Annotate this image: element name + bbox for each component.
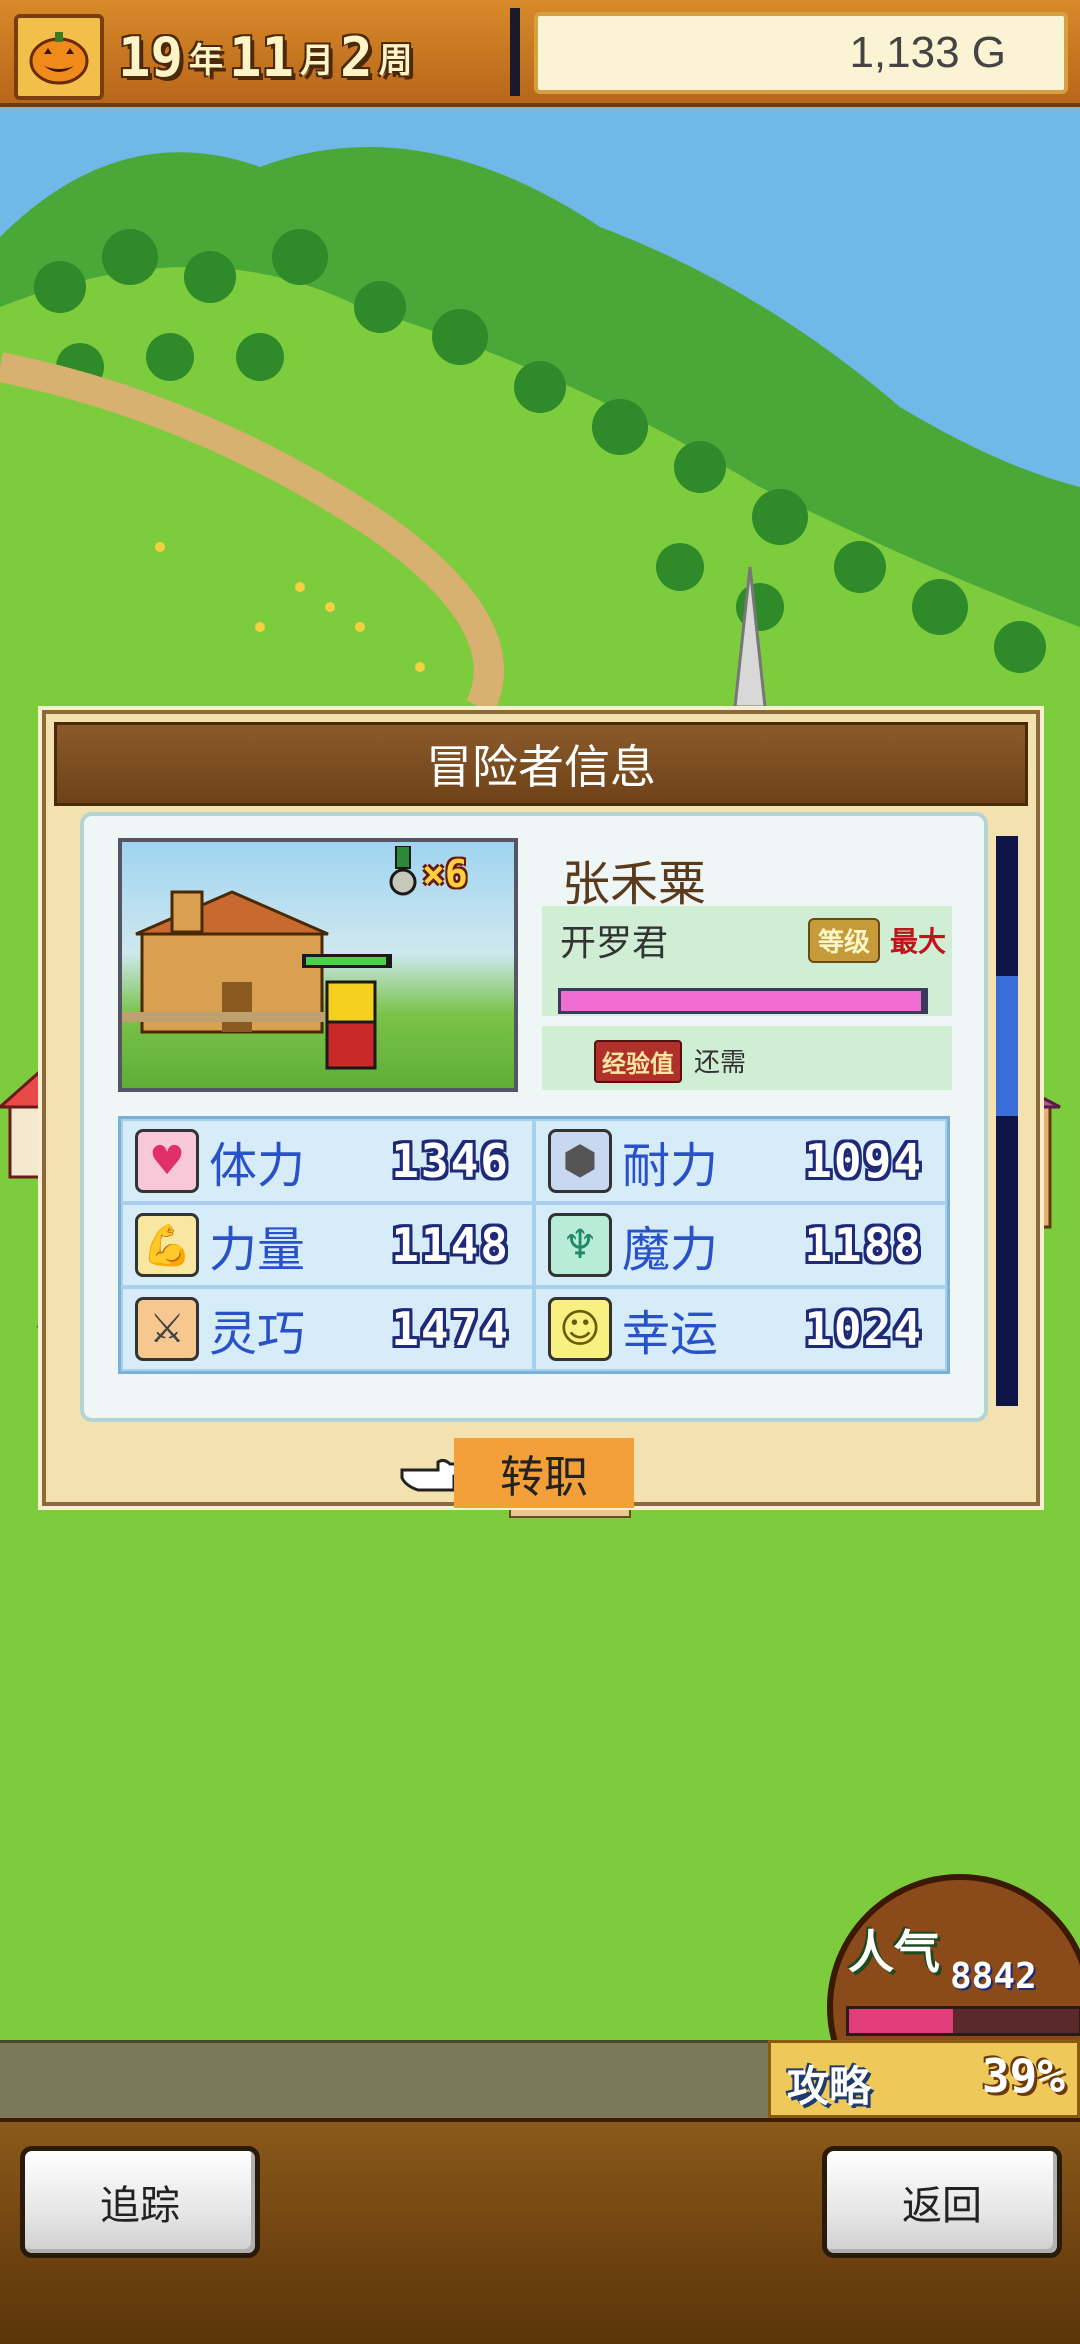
stat-label: 灵巧: [209, 1306, 306, 1362]
adventurer-info-dialog: 冒险者信息 ×6 张禾粟 开罗君 等级 最大 经验值 还需 ♥ 体力 1346 …: [42, 710, 1040, 1508]
class-row: 开罗君 等级 最大: [542, 906, 952, 1016]
back-button[interactable]: 返回: [822, 2146, 1062, 2258]
stat-dexterity: ⚔ 灵巧 1474: [121, 1287, 534, 1371]
scrollbar-track[interactable]: [996, 836, 1018, 1406]
heart-icon: ♥: [135, 1129, 199, 1193]
stat-value: 1346: [391, 1134, 510, 1188]
date-year-unit: 年: [189, 40, 224, 81]
stat-value: 1148: [391, 1218, 510, 1272]
medal-icon: [389, 846, 417, 896]
stat-label: 幸运: [622, 1306, 719, 1362]
stats-grid: ♥ 体力 1346 ⬢ 耐力 1094 💪 力量 1148 ♆ 魔力 1188 …: [118, 1116, 950, 1374]
job-change-row: 转职: [46, 1432, 1036, 1508]
date-week: 2: [340, 25, 373, 89]
date-week-unit: 周: [378, 40, 413, 81]
stat-stamina: ♥ 体力 1346: [121, 1119, 534, 1203]
stat-value: 1024: [804, 1302, 923, 1356]
date-month-unit: 月: [300, 40, 335, 81]
crossed-swords-icon: ⚔: [135, 1297, 199, 1361]
stat-magic: ♆ 魔力 1188: [534, 1203, 947, 1287]
dialog-title: 冒险者信息: [54, 722, 1028, 806]
date-year: 19: [118, 25, 184, 89]
popularity-label: 人气: [848, 1925, 940, 1979]
stat-luck: ☺ 幸运 1024: [534, 1287, 947, 1371]
level-badge: 等级: [808, 918, 881, 963]
stat-label: 耐力: [622, 1138, 719, 1194]
gold-counter: 1,133 G: [534, 12, 1068, 94]
divider: [510, 8, 520, 96]
smiley-icon: ☺: [548, 1297, 612, 1361]
experience-value: 还需: [694, 1048, 747, 1078]
medal-count: ×6: [422, 852, 468, 896]
stat-value: 1094: [804, 1134, 923, 1188]
date-month: 11: [229, 25, 295, 89]
popularity-bar: [846, 2006, 1080, 2036]
adventurer-class: 开罗君: [560, 923, 669, 964]
calendar-date: 19 年 11 月 2 周: [118, 22, 413, 92]
popularity-value: 8842: [950, 1956, 1037, 1997]
pumpkin-menu-button[interactable]: [14, 14, 104, 100]
scrollbar-thumb[interactable]: [996, 976, 1018, 1116]
adventurer-name: 张禾粟: [562, 856, 707, 912]
experience-row: 经验值 还需: [542, 1026, 952, 1090]
top-bar: 19 年 11 月 2 周 1,133 G: [0, 0, 1080, 107]
pumpkin-icon: [29, 32, 89, 85]
experience-badge: 经验值: [594, 1040, 682, 1083]
stat-label: 体力: [209, 1138, 306, 1194]
track-button[interactable]: 追踪: [20, 2146, 260, 2258]
crystal-icon: ♆: [548, 1213, 612, 1277]
adventurer-portrait: ×6: [118, 838, 518, 1092]
level-value: 最大: [890, 925, 947, 958]
stat-strength: 💪 力量 1148: [121, 1203, 534, 1287]
stat-value: 1474: [391, 1302, 510, 1356]
adventurer-info-panel: ×6 张禾粟 开罗君 等级 最大 经验值 还需 ♥ 体力 1346 ⬢ 耐力 1…: [80, 812, 1018, 1422]
stat-label: 魔力: [622, 1222, 719, 1278]
muscle-icon: 💪: [135, 1213, 199, 1277]
adventurer-summary: 张禾粟 开罗君 等级 最大 经验值 还需: [542, 838, 952, 1092]
stat-endurance: ⬢ 耐力 1094: [534, 1119, 947, 1203]
health-bar: [558, 988, 928, 1014]
popularity-fill: [849, 2009, 953, 2033]
shield-icon: ⬢: [548, 1129, 612, 1193]
strategy-progress: 攻略 39%: [768, 2040, 1080, 2118]
health-bar-fill: [561, 991, 922, 1011]
job-change-button[interactable]: 转职: [454, 1438, 634, 1508]
stat-label: 力量: [209, 1222, 306, 1278]
stat-value: 1188: [804, 1218, 923, 1272]
strategy-label: 攻略: [787, 2062, 872, 2111]
strategy-value: 39%: [981, 2049, 1065, 2103]
